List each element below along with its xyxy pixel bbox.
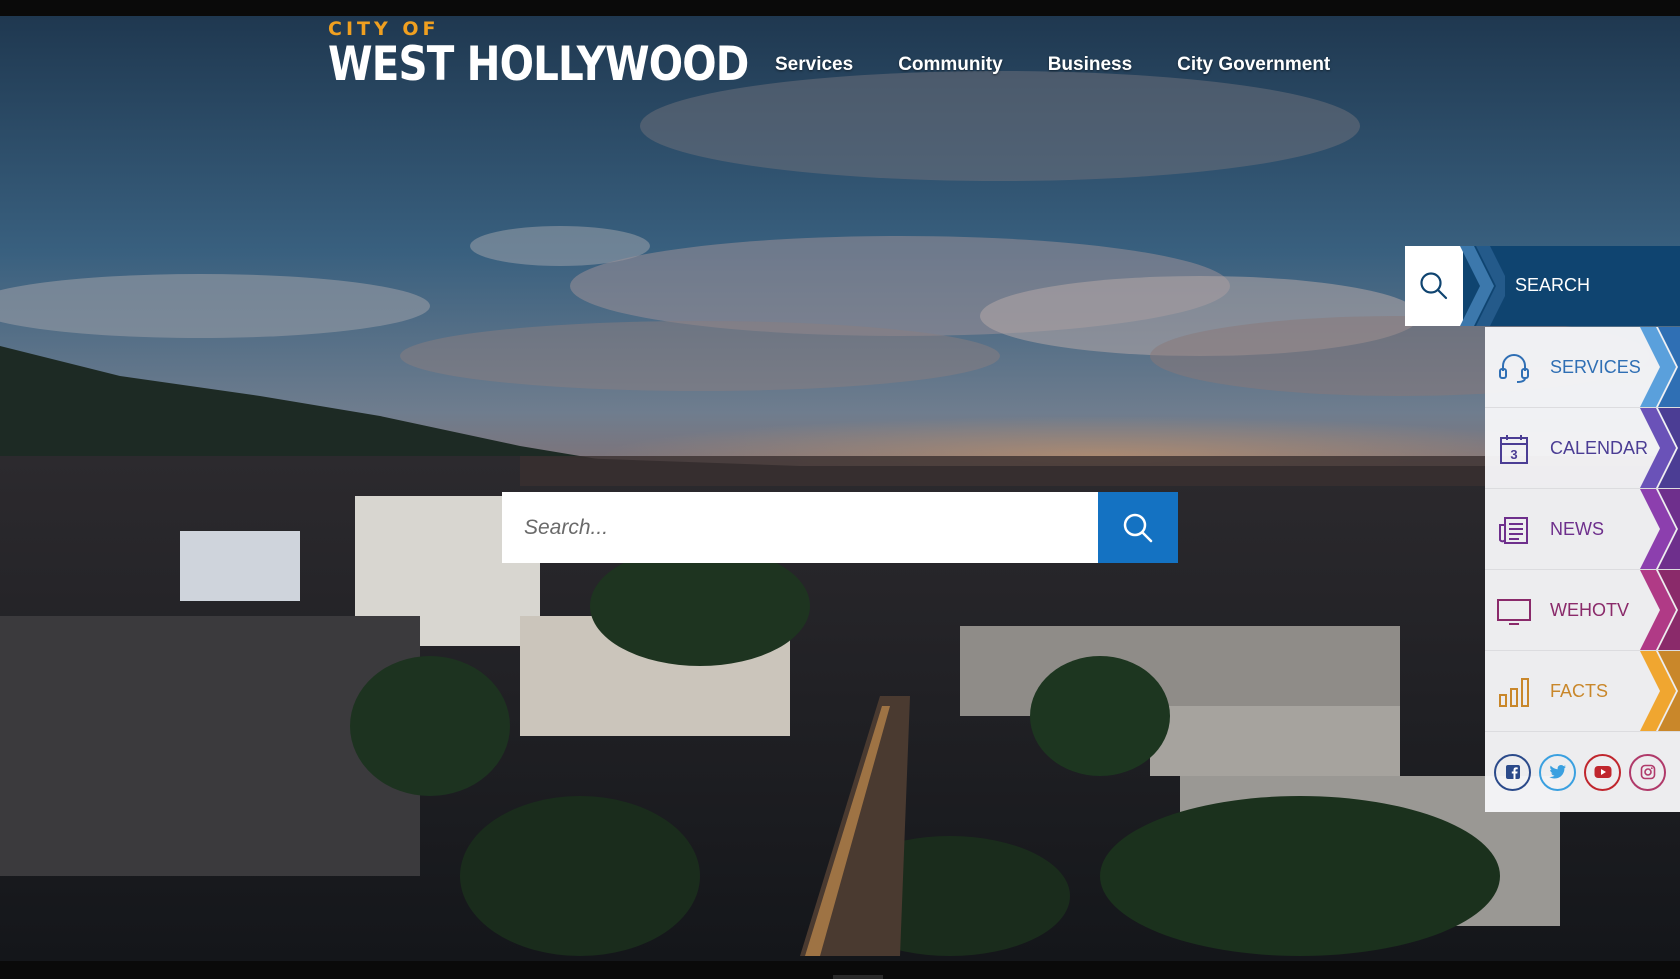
scroll-indicator bbox=[833, 975, 883, 979]
hero-background bbox=[0, 16, 1680, 961]
nav-services[interactable]: Services bbox=[775, 54, 853, 76]
facebook-link[interactable] bbox=[1494, 753, 1531, 791]
site-logo[interactable]: CITY OF WEST HOLLYWOOD bbox=[328, 18, 817, 90]
quick-link-label: SERVICES bbox=[1550, 357, 1641, 377]
instagram-link[interactable] bbox=[1629, 753, 1666, 791]
chevron-decoration bbox=[1640, 489, 1680, 569]
calendar-icon: 3 bbox=[1500, 435, 1528, 464]
quick-link-label: FACTS bbox=[1550, 681, 1609, 701]
twitter-link[interactable] bbox=[1539, 753, 1576, 791]
logo-west-hollywood: WEST HOLLYWOOD bbox=[328, 37, 749, 92]
side-search-tab[interactable]: SEARCH bbox=[1405, 246, 1680, 326]
top-frame-bar bbox=[0, 0, 1680, 16]
chevron-decoration bbox=[1640, 408, 1680, 488]
quick-link-label: NEWS bbox=[1550, 519, 1604, 539]
quick-link-facts[interactable]: FACTS bbox=[1485, 651, 1680, 732]
chevron-decoration bbox=[1460, 246, 1505, 326]
nav-business[interactable]: Business bbox=[1048, 54, 1132, 76]
calendar-day: 3 bbox=[1510, 447, 1517, 462]
quick-link-calendar[interactable]: 3 CALENDAR bbox=[1485, 408, 1680, 489]
headset-icon bbox=[1499, 354, 1529, 383]
tv-icon bbox=[1497, 599, 1531, 625]
hero-search bbox=[502, 492, 1178, 563]
youtube-icon bbox=[1594, 766, 1611, 778]
main-nav: Services Community Business City Governm… bbox=[775, 54, 1375, 76]
twitter-icon bbox=[1548, 765, 1566, 779]
search-button[interactable] bbox=[1098, 492, 1178, 563]
quick-link-wehotv[interactable]: WEHOTV bbox=[1485, 570, 1680, 651]
quick-link-label: CALENDAR bbox=[1550, 438, 1649, 458]
quick-link-label: WEHOTV bbox=[1550, 600, 1629, 620]
side-search-label: SEARCH bbox=[1515, 275, 1591, 295]
chevron-decoration bbox=[1640, 570, 1680, 650]
quick-link-services[interactable]: SERVICES bbox=[1485, 327, 1680, 408]
chevron-decoration bbox=[1640, 327, 1680, 407]
quick-link-news[interactable]: NEWS bbox=[1485, 489, 1680, 570]
search-icon bbox=[1123, 513, 1153, 542]
social-links bbox=[1485, 732, 1680, 812]
facebook-icon bbox=[1505, 765, 1520, 779]
search-input[interactable] bbox=[502, 492, 1098, 563]
newspaper-icon bbox=[1499, 517, 1528, 544]
instagram-icon bbox=[1640, 764, 1655, 780]
youtube-link[interactable] bbox=[1584, 753, 1621, 791]
search-icon bbox=[1420, 272, 1448, 300]
bar-chart-icon bbox=[1499, 678, 1529, 707]
quick-links-panel: SEARCH SERVICES 3 CALENDAR NEWS WEHOTV F… bbox=[1405, 246, 1680, 812]
chevron-decoration bbox=[1640, 651, 1680, 731]
nav-city-government[interactable]: City Government bbox=[1177, 54, 1330, 76]
city-skyline-image bbox=[0, 16, 1680, 961]
bottom-frame-bar bbox=[0, 961, 1680, 979]
nav-community[interactable]: Community bbox=[898, 54, 1003, 76]
side-search-icon-box bbox=[1405, 246, 1463, 326]
